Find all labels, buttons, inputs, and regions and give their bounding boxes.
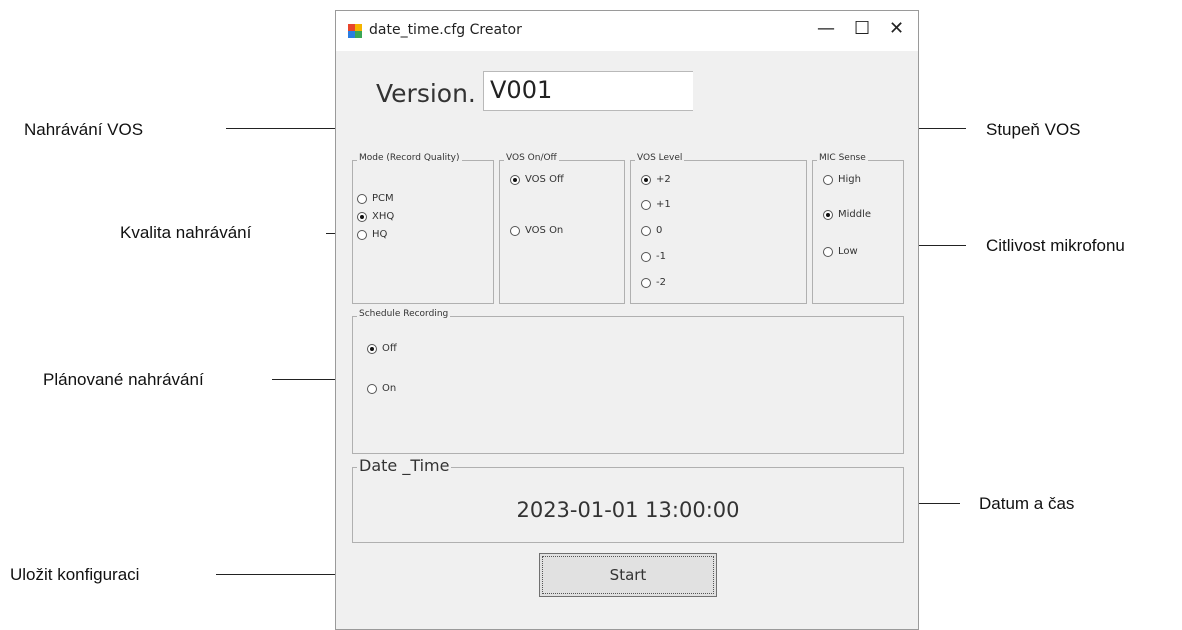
radio-mode-hq[interactable]: HQ bbox=[357, 229, 387, 240]
annotation-save-config: Uložit konfiguraci bbox=[10, 565, 140, 584]
date-time-group: Date _Time 2023-01-01 13:00:00 bbox=[352, 456, 904, 543]
radio-mic-low[interactable]: Low bbox=[823, 246, 858, 257]
radio-schedule-off[interactable]: Off bbox=[367, 343, 397, 354]
radio-vos-level-0[interactable]: 0 bbox=[641, 225, 662, 236]
version-input[interactable]: V001 bbox=[483, 71, 693, 111]
radio-indicator-selected bbox=[823, 209, 833, 220]
radio-vos-level-minus2[interactable]: -2 bbox=[641, 277, 666, 288]
radio-label: On bbox=[382, 383, 397, 394]
radio-indicator-selected bbox=[367, 343, 377, 354]
radio-vos-level-plus1[interactable]: +1 bbox=[641, 199, 671, 210]
radio-indicator bbox=[510, 225, 520, 236]
radio-vos-level-minus1[interactable]: -1 bbox=[641, 251, 666, 262]
radio-mode-xhq[interactable]: XHQ bbox=[357, 211, 394, 222]
radio-indicator-selected bbox=[641, 174, 651, 185]
radio-label: VOS On bbox=[525, 225, 564, 236]
vos-group: VOS On/Off VOS Off VOS On bbox=[499, 153, 625, 304]
radio-label: -2 bbox=[656, 277, 666, 288]
mode-group-title: Mode (Record Quality) bbox=[357, 153, 462, 163]
radio-vos-on[interactable]: VOS On bbox=[510, 225, 563, 236]
radio-label: 0 bbox=[656, 225, 663, 236]
version-label: Version. bbox=[376, 79, 476, 108]
radio-vos-off[interactable]: VOS Off bbox=[510, 174, 564, 185]
radio-mic-middle[interactable]: Middle bbox=[823, 209, 871, 220]
mic-group: MIC Sense High Middle Low bbox=[812, 153, 904, 304]
minimize-icon[interactable]: — bbox=[817, 18, 835, 39]
radio-label: Off bbox=[382, 343, 397, 354]
radio-label: Low bbox=[838, 246, 858, 257]
radio-label: -1 bbox=[656, 251, 666, 262]
radio-indicator bbox=[823, 174, 833, 185]
radio-indicator bbox=[823, 246, 833, 257]
radio-indicator bbox=[641, 199, 651, 210]
radio-indicator bbox=[641, 251, 651, 262]
close-icon[interactable]: ✕ bbox=[889, 18, 904, 39]
radio-label: Middle bbox=[838, 209, 872, 220]
window-title: date_time.cfg Creator bbox=[369, 22, 522, 38]
app-icon bbox=[348, 24, 362, 38]
schedule-group-title: Schedule Recording bbox=[357, 309, 451, 319]
radio-label: +1 bbox=[656, 199, 671, 210]
radio-schedule-on[interactable]: On bbox=[367, 383, 396, 394]
annotation-mic-sensitivity: Citlivost mikrofonu bbox=[986, 236, 1125, 255]
title-bar[interactable]: date_time.cfg Creator — ☐ ✕ bbox=[336, 11, 918, 51]
radio-indicator bbox=[367, 383, 377, 394]
radio-indicator bbox=[357, 229, 367, 240]
vos-level-group: VOS Level +2 +1 0 -1 -2 bbox=[630, 153, 807, 304]
annotation-vos-recording: Nahrávání VOS bbox=[24, 120, 144, 139]
radio-label: HQ bbox=[372, 229, 388, 240]
date-time-group-title: Date _Time bbox=[357, 456, 452, 475]
radio-indicator bbox=[357, 193, 367, 204]
radio-indicator-selected bbox=[357, 211, 367, 222]
vos-group-title: VOS On/Off bbox=[504, 153, 559, 163]
radio-label: +2 bbox=[656, 174, 671, 185]
radio-mic-high[interactable]: High bbox=[823, 174, 861, 185]
start-button[interactable]: Start bbox=[539, 553, 717, 597]
radio-vos-level-plus2[interactable]: +2 bbox=[641, 174, 671, 185]
radio-label: High bbox=[838, 174, 861, 185]
radio-label: XHQ bbox=[372, 211, 395, 222]
annotation-scheduled-recording: Plánované nahrávání bbox=[43, 370, 204, 389]
schedule-group: Schedule Recording Off On bbox=[352, 309, 904, 454]
radio-indicator bbox=[641, 225, 651, 236]
radio-indicator-selected bbox=[510, 174, 520, 185]
maximize-icon[interactable]: ☐ bbox=[854, 18, 870, 39]
date-time-value[interactable]: 2023-01-01 13:00:00 bbox=[353, 498, 903, 522]
mode-group: Mode (Record Quality) PCM XHQ HQ bbox=[352, 153, 494, 304]
annotation-vos-level: Stupeň VOS bbox=[986, 120, 1081, 139]
annotation-record-quality: Kvalita nahrávání bbox=[120, 223, 252, 242]
app-window: date_time.cfg Creator — ☐ ✕ Version. V00… bbox=[335, 10, 919, 630]
annotation-date-time: Datum a čas bbox=[979, 494, 1075, 513]
vos-level-group-title: VOS Level bbox=[635, 153, 685, 163]
radio-label: VOS Off bbox=[525, 174, 564, 185]
mic-group-title: MIC Sense bbox=[817, 153, 868, 163]
radio-mode-pcm[interactable]: PCM bbox=[357, 193, 394, 204]
radio-indicator bbox=[641, 277, 651, 288]
radio-label: PCM bbox=[372, 193, 394, 204]
